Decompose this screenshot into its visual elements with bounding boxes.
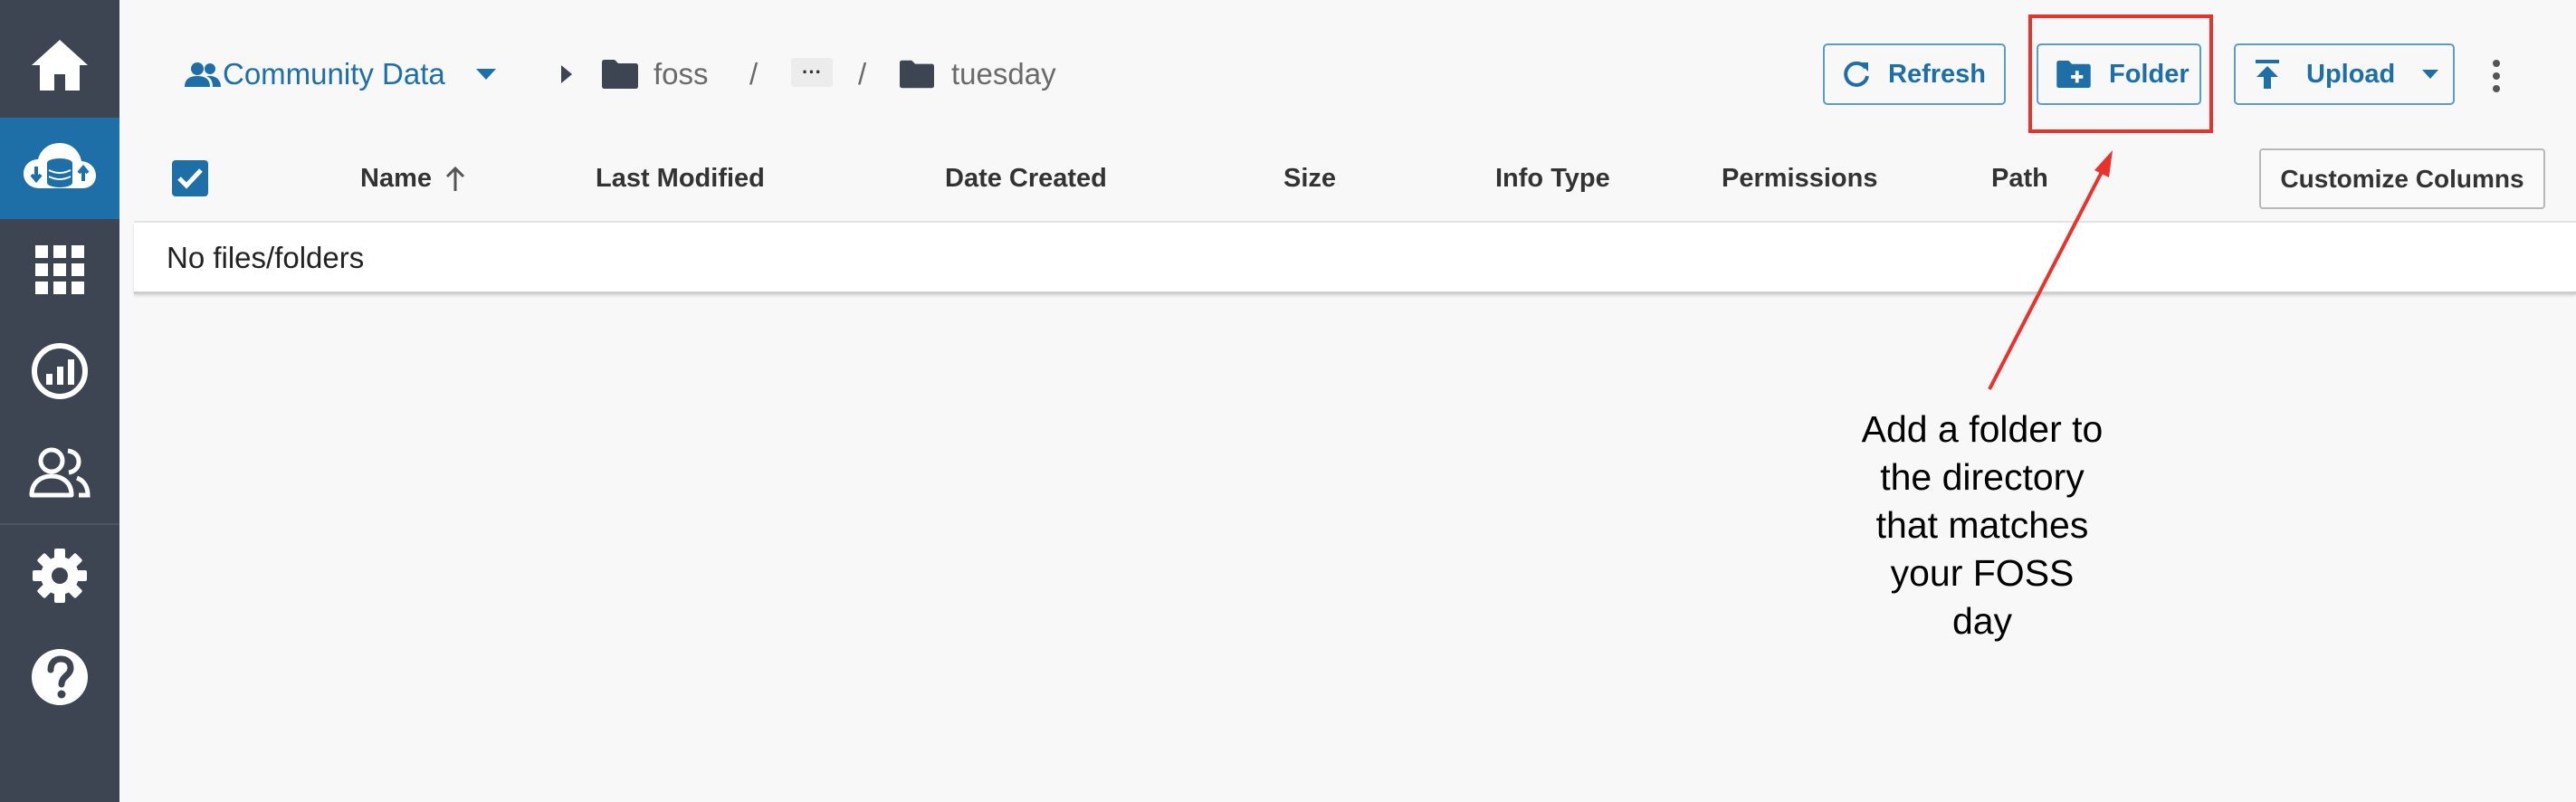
annotation-line: the directory bbox=[1880, 456, 2085, 498]
annotation-arrow bbox=[1988, 150, 2113, 390]
annotation-line: day bbox=[1951, 600, 2013, 642]
annotation-text: Add a folder to the directory that match… bbox=[1819, 406, 2145, 645]
annotation-line: your FOSS bbox=[1890, 552, 2075, 594]
annotation-line: Add a folder to bbox=[1861, 408, 2104, 450]
annotation-line: that matches bbox=[1875, 504, 2089, 546]
